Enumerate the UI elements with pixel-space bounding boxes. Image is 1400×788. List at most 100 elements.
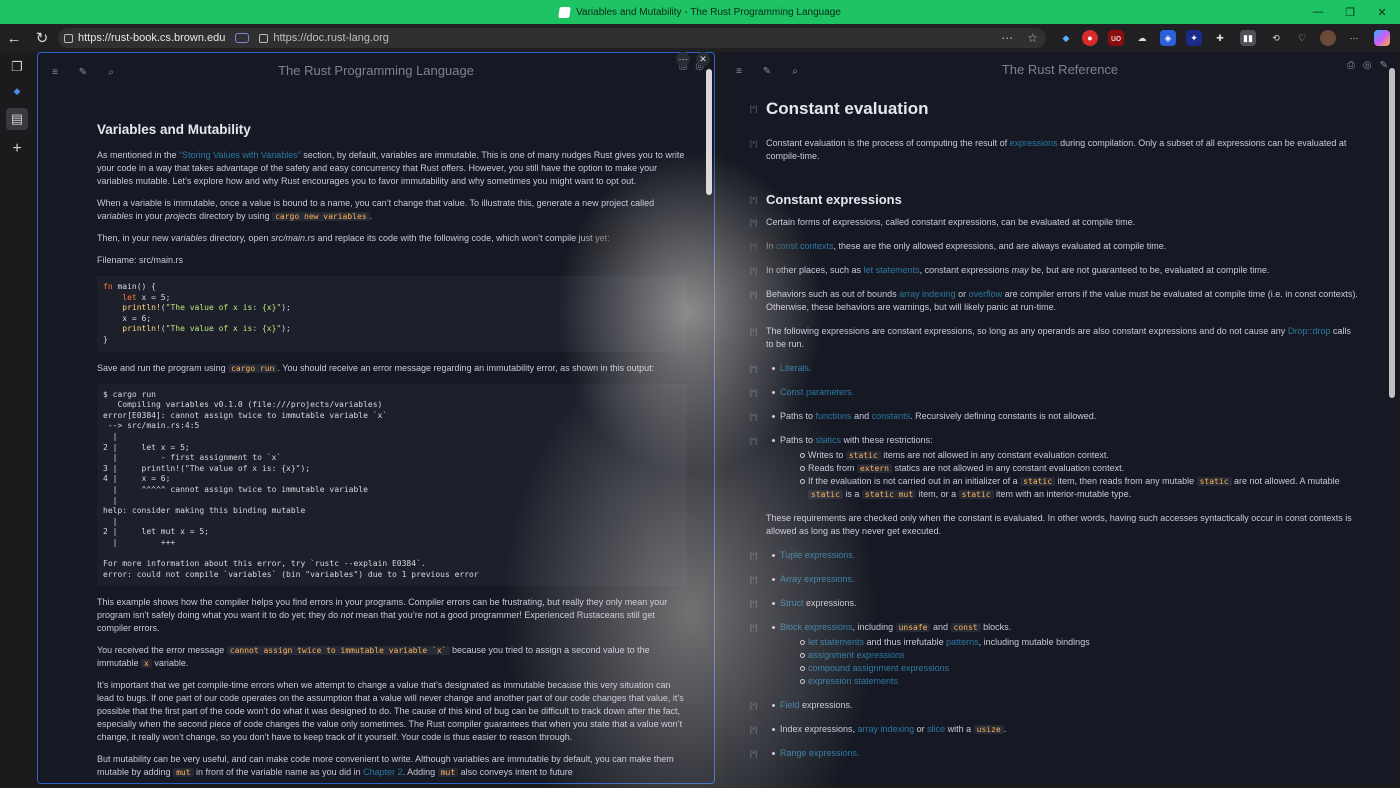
paragraph: [*] Certain forms of expressions, called … — [750, 217, 1136, 227]
back-icon[interactable]: ← — [2, 26, 26, 50]
compound-assignment-link[interactable]: compound assignment expressions — [808, 663, 949, 673]
patterns-link[interactable]: patterns — [946, 637, 979, 647]
tab-favicon-icon[interactable]: ◆ — [6, 80, 28, 102]
paragraph: Save and run the program using cargo run… — [97, 362, 655, 373]
left-url-text: https://rust-book.cs.brown.edu — [78, 32, 226, 44]
let-statements-link[interactable]: let statements — [808, 637, 864, 647]
active-tab-book-icon[interactable]: ▤ — [6, 108, 28, 130]
minimize-button[interactable]: — — [1302, 0, 1334, 24]
copilot-icon[interactable] — [1374, 30, 1390, 46]
list-item: [*] Block expressions, including unsafe a… — [750, 621, 1360, 634]
address-bar[interactable]: https://rust-book.cs.brown.edu https://d… — [58, 28, 1046, 48]
assignment-expressions-link[interactable]: assignment expressions — [808, 650, 905, 660]
split-controls: ⋯ ✕ — [676, 52, 710, 66]
sub-list-item: expression statements — [750, 675, 1360, 688]
reference-heading: Constant evaluation — [766, 99, 929, 118]
extension-diamond-icon[interactable]: ◆ — [1058, 30, 1074, 46]
sub-list-item: assignment expressions — [750, 649, 1360, 662]
extension-cloud-icon[interactable]: ☁ — [1134, 30, 1150, 46]
expression-statements-link[interactable]: expression statements — [808, 676, 898, 686]
range-expressions-link[interactable]: Range expressions. — [780, 748, 860, 758]
lock-icon — [259, 33, 269, 43]
list-item: [*] Paths to functions and constants. Rec… — [750, 410, 1360, 423]
split-screen-icon[interactable] — [235, 33, 250, 43]
left-scrollbar-thumb[interactable] — [706, 69, 712, 195]
right-url-segment[interactable]: https://doc.rust-lang.org — [253, 32, 395, 44]
storing-values-link[interactable]: “Storing Values with Variables” — [179, 150, 301, 160]
slice-link[interactable]: slice — [927, 724, 945, 734]
extension-bitwarden-icon[interactable]: ✦ — [1186, 30, 1202, 46]
let-statements-link[interactable]: let statements — [864, 265, 920, 275]
refresh-icon[interactable]: ↻ — [30, 26, 54, 50]
more-icon[interactable]: ⋯ — [1001, 31, 1013, 45]
vertical-tab-sidebar: ❐ ◆ ▤ + — [0, 52, 34, 788]
functions-link[interactable]: functions — [816, 411, 852, 421]
left-pane-header: ≡ ✎ ⌕ The Rust Programming Language ⎙ ◎ — [38, 53, 714, 91]
struct-link[interactable]: Struct — [780, 598, 804, 608]
array-indexing-link[interactable]: array indexing — [899, 289, 956, 299]
list-item: [*] Tuple expressions. — [750, 549, 1360, 562]
sub-list-item: Reads from extern statics are not allowe… — [750, 462, 1360, 475]
code-block-main: fn main() { let x = 5; println!("The val… — [97, 276, 687, 352]
split-view-icon[interactable]: ▮▮ — [1240, 30, 1256, 46]
chapter-2-link[interactable]: Chapter 2 — [363, 767, 403, 777]
expressions-link[interactable]: expressions — [1010, 138, 1058, 148]
left-url-segment[interactable]: https://rust-book.cs.brown.edu — [58, 32, 231, 44]
split-more-icon[interactable]: ⋯ — [676, 52, 690, 66]
page-heading: Variables and Mutability — [97, 122, 251, 137]
paragraph: As mentioned in the “Storing Values with… — [97, 150, 685, 186]
tab-actions-icon[interactable]: ❐ — [6, 56, 28, 78]
overflow-link[interactable]: overflow — [969, 289, 1003, 299]
left-pane-rust-book: ≡ ✎ ⌕ The Rust Programming Language ⎙ ◎ V… — [37, 52, 715, 784]
paragraph: It’s important that we get compile-time … — [97, 680, 684, 743]
health-icon[interactable]: ♡ — [1294, 30, 1310, 46]
extension-shield-icon[interactable]: ◈ — [1160, 30, 1176, 46]
extension-stop-icon[interactable]: ● — [1082, 30, 1098, 46]
window-title: Variables and Mutability - The Rust Prog… — [576, 6, 841, 18]
paragraph: [*] Behaviors such as out of bounds array… — [750, 289, 1358, 312]
print-icon[interactable]: ⎙ — [1347, 60, 1355, 71]
edit-icon[interactable]: ✎ — [1380, 60, 1388, 71]
history-icon[interactable]: ⟲ — [1268, 30, 1284, 46]
block-expressions-link[interactable]: Block expressions — [780, 622, 853, 632]
favorite-star-icon[interactable]: ☆ — [1027, 31, 1038, 45]
section-heading: Constant expressions — [766, 192, 902, 207]
const-contexts-link[interactable]: const contexts — [776, 241, 834, 251]
left-pane-content: Variables and Mutability As mentioned in… — [97, 122, 687, 783]
new-tab-icon[interactable]: + — [6, 138, 28, 160]
paragraph: This example shows how the compiler help… — [97, 597, 668, 634]
list-item: [*] Field expressions. — [750, 699, 1360, 712]
sub-list-item: If the evaluation is not carried out in … — [750, 475, 1360, 501]
literals-link[interactable]: Literals. — [780, 363, 812, 373]
close-split-icon[interactable]: ✕ — [696, 52, 710, 66]
github-icon[interactable]: ◎ — [1363, 60, 1372, 71]
list-item: [*] Literals. — [750, 362, 1360, 375]
right-pane-content: [*] Constant evaluation [*] Constant evalu… — [750, 99, 1360, 771]
array-expressions-link[interactable]: Array expressions. — [780, 574, 855, 584]
paragraph: [*] In const contexts, these are the only… — [750, 241, 1167, 251]
drop-link[interactable]: Drop::drop — [1288, 326, 1331, 336]
right-pane-title: The Rust Reference — [1001, 62, 1119, 77]
settings-more-icon[interactable]: ⋯ — [1346, 30, 1362, 46]
profile-avatar[interactable] — [1320, 30, 1336, 46]
code-block-output: $ cargo run Compiling variables v0.1.0 (… — [97, 383, 687, 587]
extension-ublock-icon[interactable]: uo — [1108, 30, 1124, 46]
const-parameters-link[interactable]: Const parameters. — [780, 387, 854, 397]
field-link[interactable]: Field — [780, 700, 800, 710]
array-indexing-link[interactable]: array indexing — [858, 724, 915, 734]
paragraph: When a variable is immutable, once a val… — [97, 198, 655, 221]
close-window-button[interactable]: ✕ — [1366, 0, 1398, 24]
right-scrollbar-thumb[interactable] — [1389, 68, 1395, 398]
right-pane-header: ≡ ✎ ⌕ The Rust Reference ⎙ ◎ ✎ — [722, 52, 1398, 90]
paragraph: But mutability can be very useful, and c… — [97, 754, 674, 778]
tuple-expressions-link[interactable]: Tuple expressions. — [780, 550, 855, 560]
maximize-button[interactable]: ❐ — [1334, 0, 1366, 24]
paragraph: You received the error message cannot as… — [97, 645, 650, 669]
paragraph: [*] Constant evaluation is the process of… — [750, 138, 1347, 161]
right-pane-rust-reference: ≡ ✎ ⌕ The Rust Reference ⎙ ◎ ✎ [*] Constant… — [722, 52, 1398, 784]
statics-link[interactable]: statics — [816, 435, 842, 445]
constants-link[interactable]: constants — [872, 411, 911, 421]
extensions-puzzle-icon[interactable]: ✚ — [1212, 30, 1228, 46]
paragraph: Then, in your new variables directory, o… — [97, 233, 610, 243]
list-item: [*] Range expressions. — [750, 747, 1360, 760]
